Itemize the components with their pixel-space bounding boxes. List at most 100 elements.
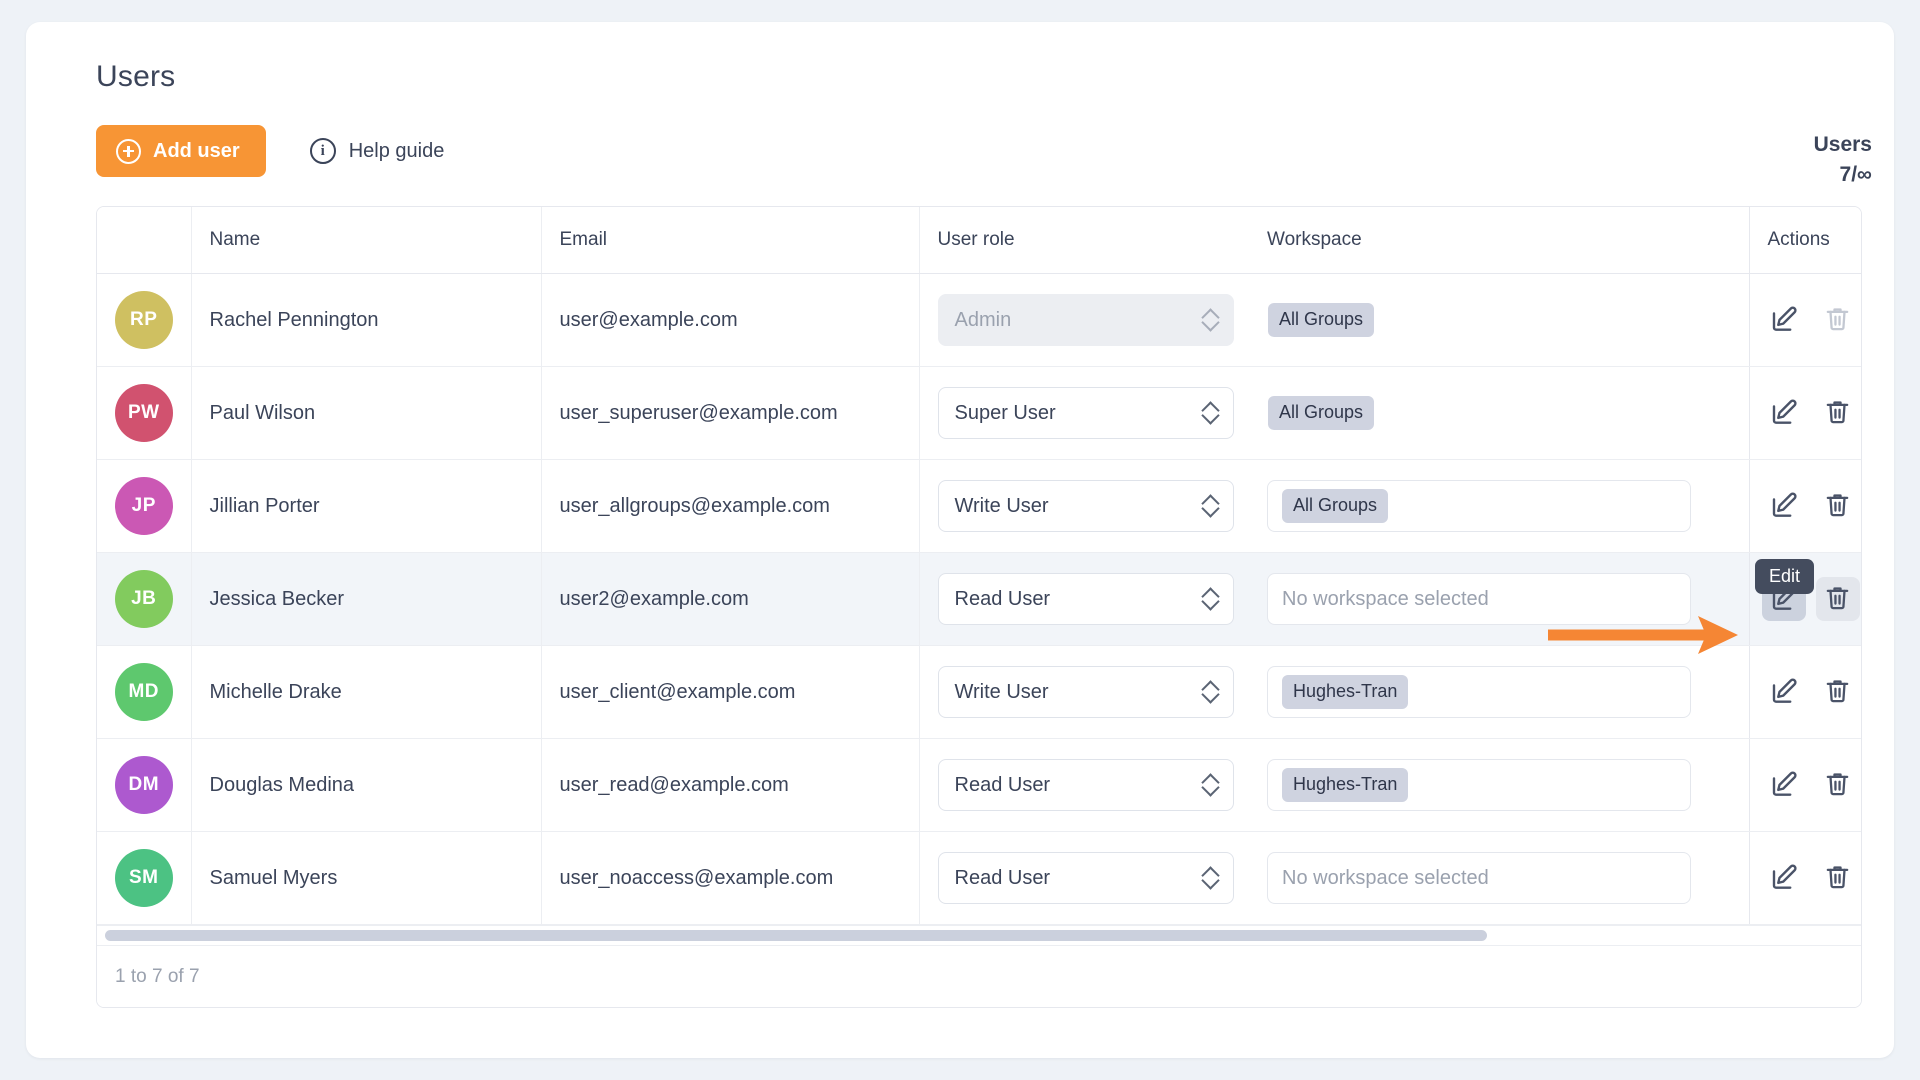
table-row[interactable]: JB Jessica Becker user2@example.com Read Us… [97, 553, 1862, 646]
user-name: Jessica Becker [210, 588, 345, 610]
edit-icon [1769, 862, 1799, 895]
table-row[interactable]: MDMichelle Drakeuser_client@example.comW… [97, 646, 1862, 739]
chevron-updown-icon [1203, 772, 1219, 798]
trash-icon [1823, 676, 1852, 708]
table-row[interactable]: PW Paul Wilson user_superuser@example.com S… [97, 367, 1862, 460]
scrollbar-thumb[interactable] [105, 930, 1487, 941]
delete-row-button[interactable] [1816, 577, 1860, 621]
table-row[interactable]: RP Rachel Pennington user@example.com Admin… [97, 274, 1862, 367]
edit-row-button[interactable] [1762, 763, 1806, 807]
delete-row-button[interactable] [1816, 856, 1860, 900]
delete-row-button[interactable] [1816, 763, 1860, 807]
chevron-updown-icon [1203, 307, 1219, 333]
edit-icon [1769, 304, 1799, 337]
row-actions [1750, 298, 1863, 342]
user-role-select[interactable]: Write User [938, 666, 1234, 718]
role-cell: Super User [919, 367, 1249, 460]
workspace-select[interactable]: No workspace selected [1267, 573, 1691, 625]
workspace-select[interactable]: No workspace selected [1267, 852, 1691, 904]
user-name: Michelle Drake [210, 681, 342, 703]
workspace-cell: All Groups [1249, 460, 1749, 553]
trash-icon [1823, 583, 1852, 615]
delete-row-button[interactable] [1816, 484, 1860, 528]
workspace-cell: No workspace selected [1249, 553, 1749, 646]
edit-row-button[interactable] [1762, 484, 1806, 528]
delete-row-button [1816, 298, 1860, 342]
trash-icon [1823, 490, 1852, 522]
actions-cell [1749, 739, 1862, 832]
user-role-select[interactable]: Read User [938, 759, 1234, 811]
user-role-select[interactable]: Read User [938, 852, 1234, 904]
page-root: Users Add user i Help guide Users 7/∞ [0, 0, 1920, 1080]
role-cell: Read User [919, 832, 1249, 925]
email-cell: user_superuser@example.com [541, 367, 919, 460]
edit-row-button[interactable] [1762, 856, 1806, 900]
workspace-chip: Hughes-Tran [1282, 675, 1408, 708]
user-name: Rachel Pennington [210, 309, 379, 331]
avatar: PW [115, 384, 173, 442]
user-count-label: Users [1814, 130, 1872, 160]
email-cell: user_read@example.com [541, 739, 919, 832]
column-header-user-role: User role [919, 207, 1249, 274]
add-user-button[interactable]: Add user [96, 125, 266, 177]
avatar: JP [115, 477, 173, 535]
workspace-chip: All Groups [1268, 303, 1374, 336]
add-user-label: Add user [153, 140, 240, 163]
delete-row-button[interactable] [1816, 391, 1860, 435]
role-cell: Admin [919, 274, 1249, 367]
row-actions [1750, 763, 1863, 807]
name-cell: Douglas Medina [191, 739, 541, 832]
workspace-chip: Hughes-Tran [1282, 768, 1408, 801]
edit-icon [1769, 397, 1799, 430]
avatar-cell: JP [97, 460, 191, 553]
edit-row-button[interactable] [1762, 670, 1806, 714]
avatar: RP [115, 291, 173, 349]
user-role-value: Write User [955, 681, 1203, 704]
user-role-value: Super User [955, 402, 1203, 425]
actions-cell [1749, 832, 1862, 925]
row-actions [1750, 670, 1863, 714]
user-role-select[interactable]: Write User [938, 480, 1234, 532]
delete-row-button[interactable] [1816, 670, 1860, 714]
horizontal-scrollbar[interactable] [97, 925, 1861, 945]
user-role-select[interactable]: Super User [938, 387, 1234, 439]
users-table: Name Email User role Workspace Actions R… [97, 207, 1862, 925]
table-row[interactable]: SMSamuel Myersuser_noaccess@example.comR… [97, 832, 1862, 925]
user-role-select[interactable]: Read User [938, 573, 1234, 625]
edit-row-button[interactable] [1762, 391, 1806, 435]
workspace-select[interactable]: Hughes-Tran [1267, 759, 1691, 811]
chevron-updown-icon [1203, 400, 1219, 426]
trash-icon [1823, 304, 1852, 336]
edit-row-button[interactable] [1762, 298, 1806, 342]
edit-icon [1769, 769, 1799, 802]
help-guide-link[interactable]: i Help guide [310, 138, 445, 164]
workspace-select[interactable]: Hughes-Tran [1267, 666, 1691, 718]
table-row[interactable]: JPJillian Porteruser_allgroups@example.c… [97, 460, 1862, 553]
edit-icon [1769, 676, 1799, 709]
workspace-select[interactable]: All Groups [1267, 480, 1691, 532]
row-actions [1750, 856, 1863, 900]
avatar-cell: RP [97, 274, 191, 367]
avatar-cell: JB [97, 553, 191, 646]
actions-cell [1749, 646, 1862, 739]
email-cell: user_allgroups@example.com [541, 460, 919, 553]
row-actions [1750, 484, 1863, 528]
users-card: Users Add user i Help guide Users 7/∞ [26, 22, 1894, 1058]
role-cell: Read User [919, 553, 1249, 646]
user-email: user_superuser@example.com [560, 402, 838, 424]
column-header-workspace: Workspace [1249, 207, 1749, 274]
user-email: user2@example.com [560, 588, 749, 610]
edit-tooltip: Edit [1755, 559, 1814, 594]
chevron-updown-icon [1203, 679, 1219, 705]
email-cell: user_noaccess@example.com [541, 832, 919, 925]
workspace-chip: All Groups [1268, 396, 1374, 429]
workspace-cell: All Groups [1249, 367, 1749, 460]
toolbar: Add user i Help guide [96, 124, 1858, 178]
user-count-value: 7/∞ [1814, 160, 1872, 190]
user-name: Paul Wilson [210, 402, 316, 424]
table-row[interactable]: DM Douglas Medinauser_read@example.com Rea… [97, 739, 1862, 832]
workspace-cell: All Groups [1249, 274, 1749, 367]
user-email: user@example.com [560, 309, 738, 331]
avatar: MD [115, 663, 173, 721]
avatar: DM [115, 756, 173, 814]
